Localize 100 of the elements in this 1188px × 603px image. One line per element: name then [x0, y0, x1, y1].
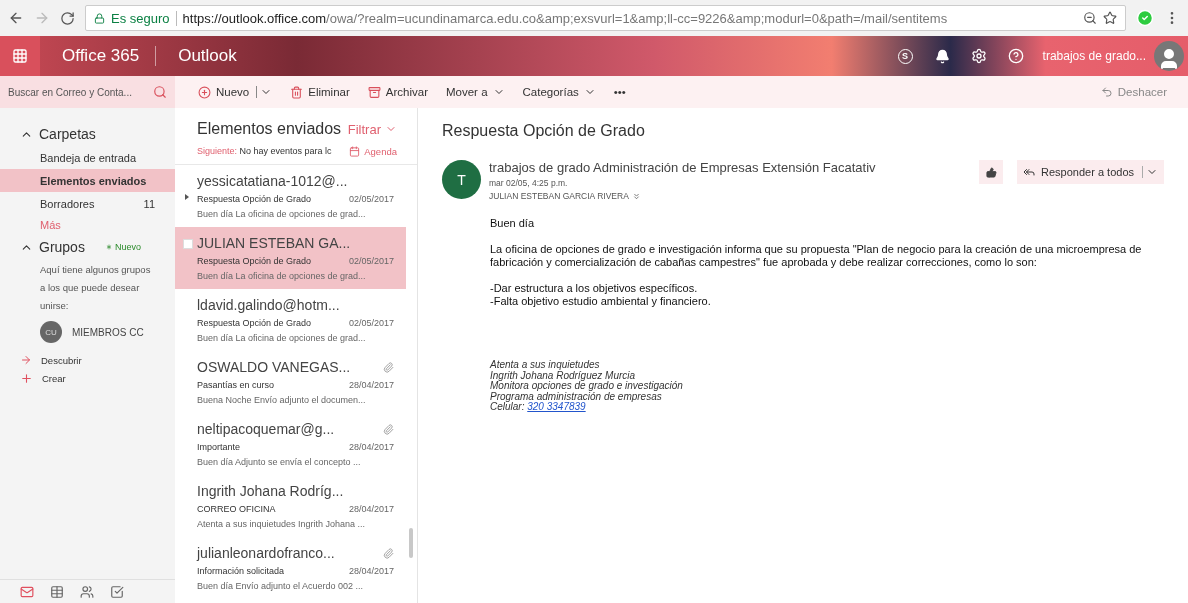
message-subject: Información solicitada	[197, 566, 285, 576]
greeting-text: Buen día	[490, 217, 536, 230]
checkbox[interactable]	[183, 239, 193, 249]
message-date: 28/04/2017	[348, 380, 394, 390]
undo-icon	[1100, 86, 1113, 98]
thumbs-up-icon	[985, 166, 997, 178]
signature-line: Ingrith Johana Rodríguez Murcia	[490, 370, 636, 381]
archive-icon	[367, 85, 381, 99]
message-preview: Buen día La oficina de opciones de grad...	[197, 209, 367, 219]
sender-name: julianleonardofranco...	[197, 545, 335, 561]
message-subject: Respuesta Opción de Grado	[197, 318, 312, 328]
body-line: -Falta objetivo estudio ambiental y financiero.	[490, 295, 712, 308]
groups-header[interactable]: Grupos Nuevo	[0, 235, 175, 259]
message-subject: Pasantías en curso	[197, 380, 275, 390]
grid-icon	[12, 48, 28, 64]
folder-item[interactable]: Bandeja de entrada	[0, 146, 175, 169]
signature-line: Programa administración de empresas	[490, 391, 662, 402]
mail-icon[interactable]	[20, 584, 34, 599]
trash-icon	[290, 85, 304, 99]
sender-name: ldavid.galindo@hotm...	[197, 297, 340, 313]
url-text: https://outlook.office.com/owa/?realm=ucundinamarca.edu.co&amp;exsvurl=1&amp;ll-cc=9226&amp;modurl=0&path=/mail/sentitems	[182, 10, 949, 26]
group-avatar[interactable]: CU	[40, 321, 62, 343]
message-preview: Buena Noche Envío adjunto el documen...	[197, 395, 367, 405]
scrollbar[interactable]	[409, 528, 413, 558]
sender-name: trabajos de grado Administración de Empresas Extensión Facatativ	[489, 160, 877, 175]
toolbar-button[interactable]: Eliminar	[281, 85, 359, 99]
message-date: 02/05/2017	[348, 194, 394, 204]
body-paragraph: La oficina de opciones de grado e investigación informa que su propuesta "Plan de negocio para la creación de una microempresa de fabricación y comercialización de cabañas campestres" fue aprobada y debe realizar correcciones, como lo son:	[490, 243, 1143, 269]
message-preview: Atenta a sus inquietudes Ingrith Johana ...	[197, 519, 367, 529]
toolbar-button[interactable]: Mover a	[437, 86, 514, 98]
message-preview: Buen día Adjunto se envía el concepto ...	[197, 457, 362, 467]
phone-link[interactable]: 320 3347839	[527, 401, 586, 412]
people-icon[interactable]	[80, 584, 94, 599]
search-icon	[153, 85, 167, 99]
folder-item[interactable]: Elementos enviados	[0, 169, 175, 192]
body-line: -Dar estructura a los objetivos específicos.	[490, 282, 699, 295]
next-event-text: Siguiente: No hay eventos para lc	[197, 146, 332, 156]
back-icon[interactable]	[8, 10, 24, 26]
reload-icon[interactable]	[60, 10, 75, 26]
signature-line: Monitora opciones de grado e investigación	[490, 381, 684, 392]
search-field[interactable]: Buscar en Correo y Conta...	[0, 76, 175, 108]
recipient-name: JULIAN ESTEBAN GARCIA RIVERA	[489, 191, 629, 201]
address-bar[interactable]: Es seguro https://outlook.office.com/owa/?realm=ucundinamarca.edu.co&amp;exsvurl=1&amp;ll-cc=9226&amp;modurl=0&path=/mail/sentitems	[85, 5, 1126, 31]
sender-avatar: T	[442, 160, 481, 199]
sender-name: JULIAN ESTEBAN GA...	[197, 235, 351, 251]
message-date: 02/05/2017	[348, 318, 394, 328]
calendar-icon	[349, 145, 361, 157]
arrow-icon	[20, 354, 32, 366]
expand-icon[interactable]	[185, 194, 189, 200]
star-icon[interactable]	[1103, 11, 1117, 25]
sender-name: Ingrith Johana Rodríg...	[197, 483, 344, 499]
like-button[interactable]	[979, 160, 1004, 184]
toolbar-button[interactable]: Categorías	[513, 86, 605, 98]
calendar-icon[interactable]	[50, 584, 64, 599]
folder-item[interactable]: Borradores 11	[0, 192, 175, 215]
folders-header[interactable]: Carpetas	[0, 122, 175, 146]
message-preview: Buen día Envío adjunto el Acuerdo 002 ...	[197, 581, 365, 591]
message-subject-title: Respuesta Opción de Grado	[442, 122, 646, 140]
lock-icon	[94, 12, 105, 24]
secure-label: Es seguro	[111, 10, 177, 26]
message-preview: Buen día La oficina de opciones de grad...	[197, 271, 367, 281]
signature-line: Atenta a sus inquietudes	[490, 360, 600, 371]
message-date: 28/04/2017	[348, 504, 394, 514]
message-date: mar 02/05, 4:25 p.m.	[489, 178, 569, 188]
plus-icon	[20, 372, 33, 385]
group-name[interactable]: MIEMBROS CC	[72, 326, 144, 338]
message-subject: Respuesta Opción de Grado	[197, 194, 312, 204]
user-avatar[interactable]	[1154, 41, 1184, 71]
suite-title: Office 365	[40, 46, 157, 66]
new-badge: Nuevo	[104, 242, 141, 252]
message-item[interactable]: JULIAN ESTEBAN GA... Respuesta Opción de Grado 02/05/2017 Buen día La oficina de opciones de grad...	[175, 227, 406, 289]
reply-all-button[interactable]: Responder a todos	[1017, 160, 1164, 184]
message-date: 02/05/2017	[348, 256, 394, 266]
app-launcher-button[interactable]	[0, 36, 40, 76]
check-circle-icon[interactable]	[1136, 9, 1154, 27]
message-preview: Buen día La oficina de opciones de grad...	[197, 333, 367, 343]
add-icon	[198, 85, 211, 99]
signature-label: Celular:	[490, 401, 525, 412]
message-subject: Importante	[197, 442, 241, 452]
app-title: Outlook	[177, 46, 238, 66]
message-subject: CORREO OFICINA	[197, 504, 276, 514]
nav-action[interactable]: Descubrir	[0, 351, 175, 369]
sender-name: OSWALDO VANEGAS...	[197, 359, 351, 375]
expand-icon	[631, 191, 641, 201]
toolbar-button[interactable]: Nuevo	[189, 85, 282, 99]
message-date: 28/04/2017	[348, 442, 394, 452]
groups-hint: Aquí tiene algunos grupos a los que puede desear unirse:	[40, 263, 152, 313]
agenda-button[interactable]: Agenda	[349, 145, 397, 157]
nav-action[interactable]: Crear	[0, 369, 175, 388]
message-date: 28/04/2017	[348, 566, 394, 576]
sender-name: neltipacoquemar@g...	[197, 421, 335, 437]
message-subject: Respuesta Opción de Grado	[197, 256, 312, 266]
toolbar-button[interactable]: Archivar	[358, 85, 437, 99]
zoom-out-icon[interactable]	[1083, 11, 1097, 25]
list-title: Elementos enviados	[197, 120, 342, 138]
more-button[interactable]: •••	[604, 86, 635, 98]
tasks-icon[interactable]	[110, 584, 124, 599]
sender-name: yessicatatiana-1012@...	[197, 173, 348, 189]
skype-button[interactable]: S	[886, 36, 924, 76]
reply-all-icon	[1023, 166, 1036, 178]
